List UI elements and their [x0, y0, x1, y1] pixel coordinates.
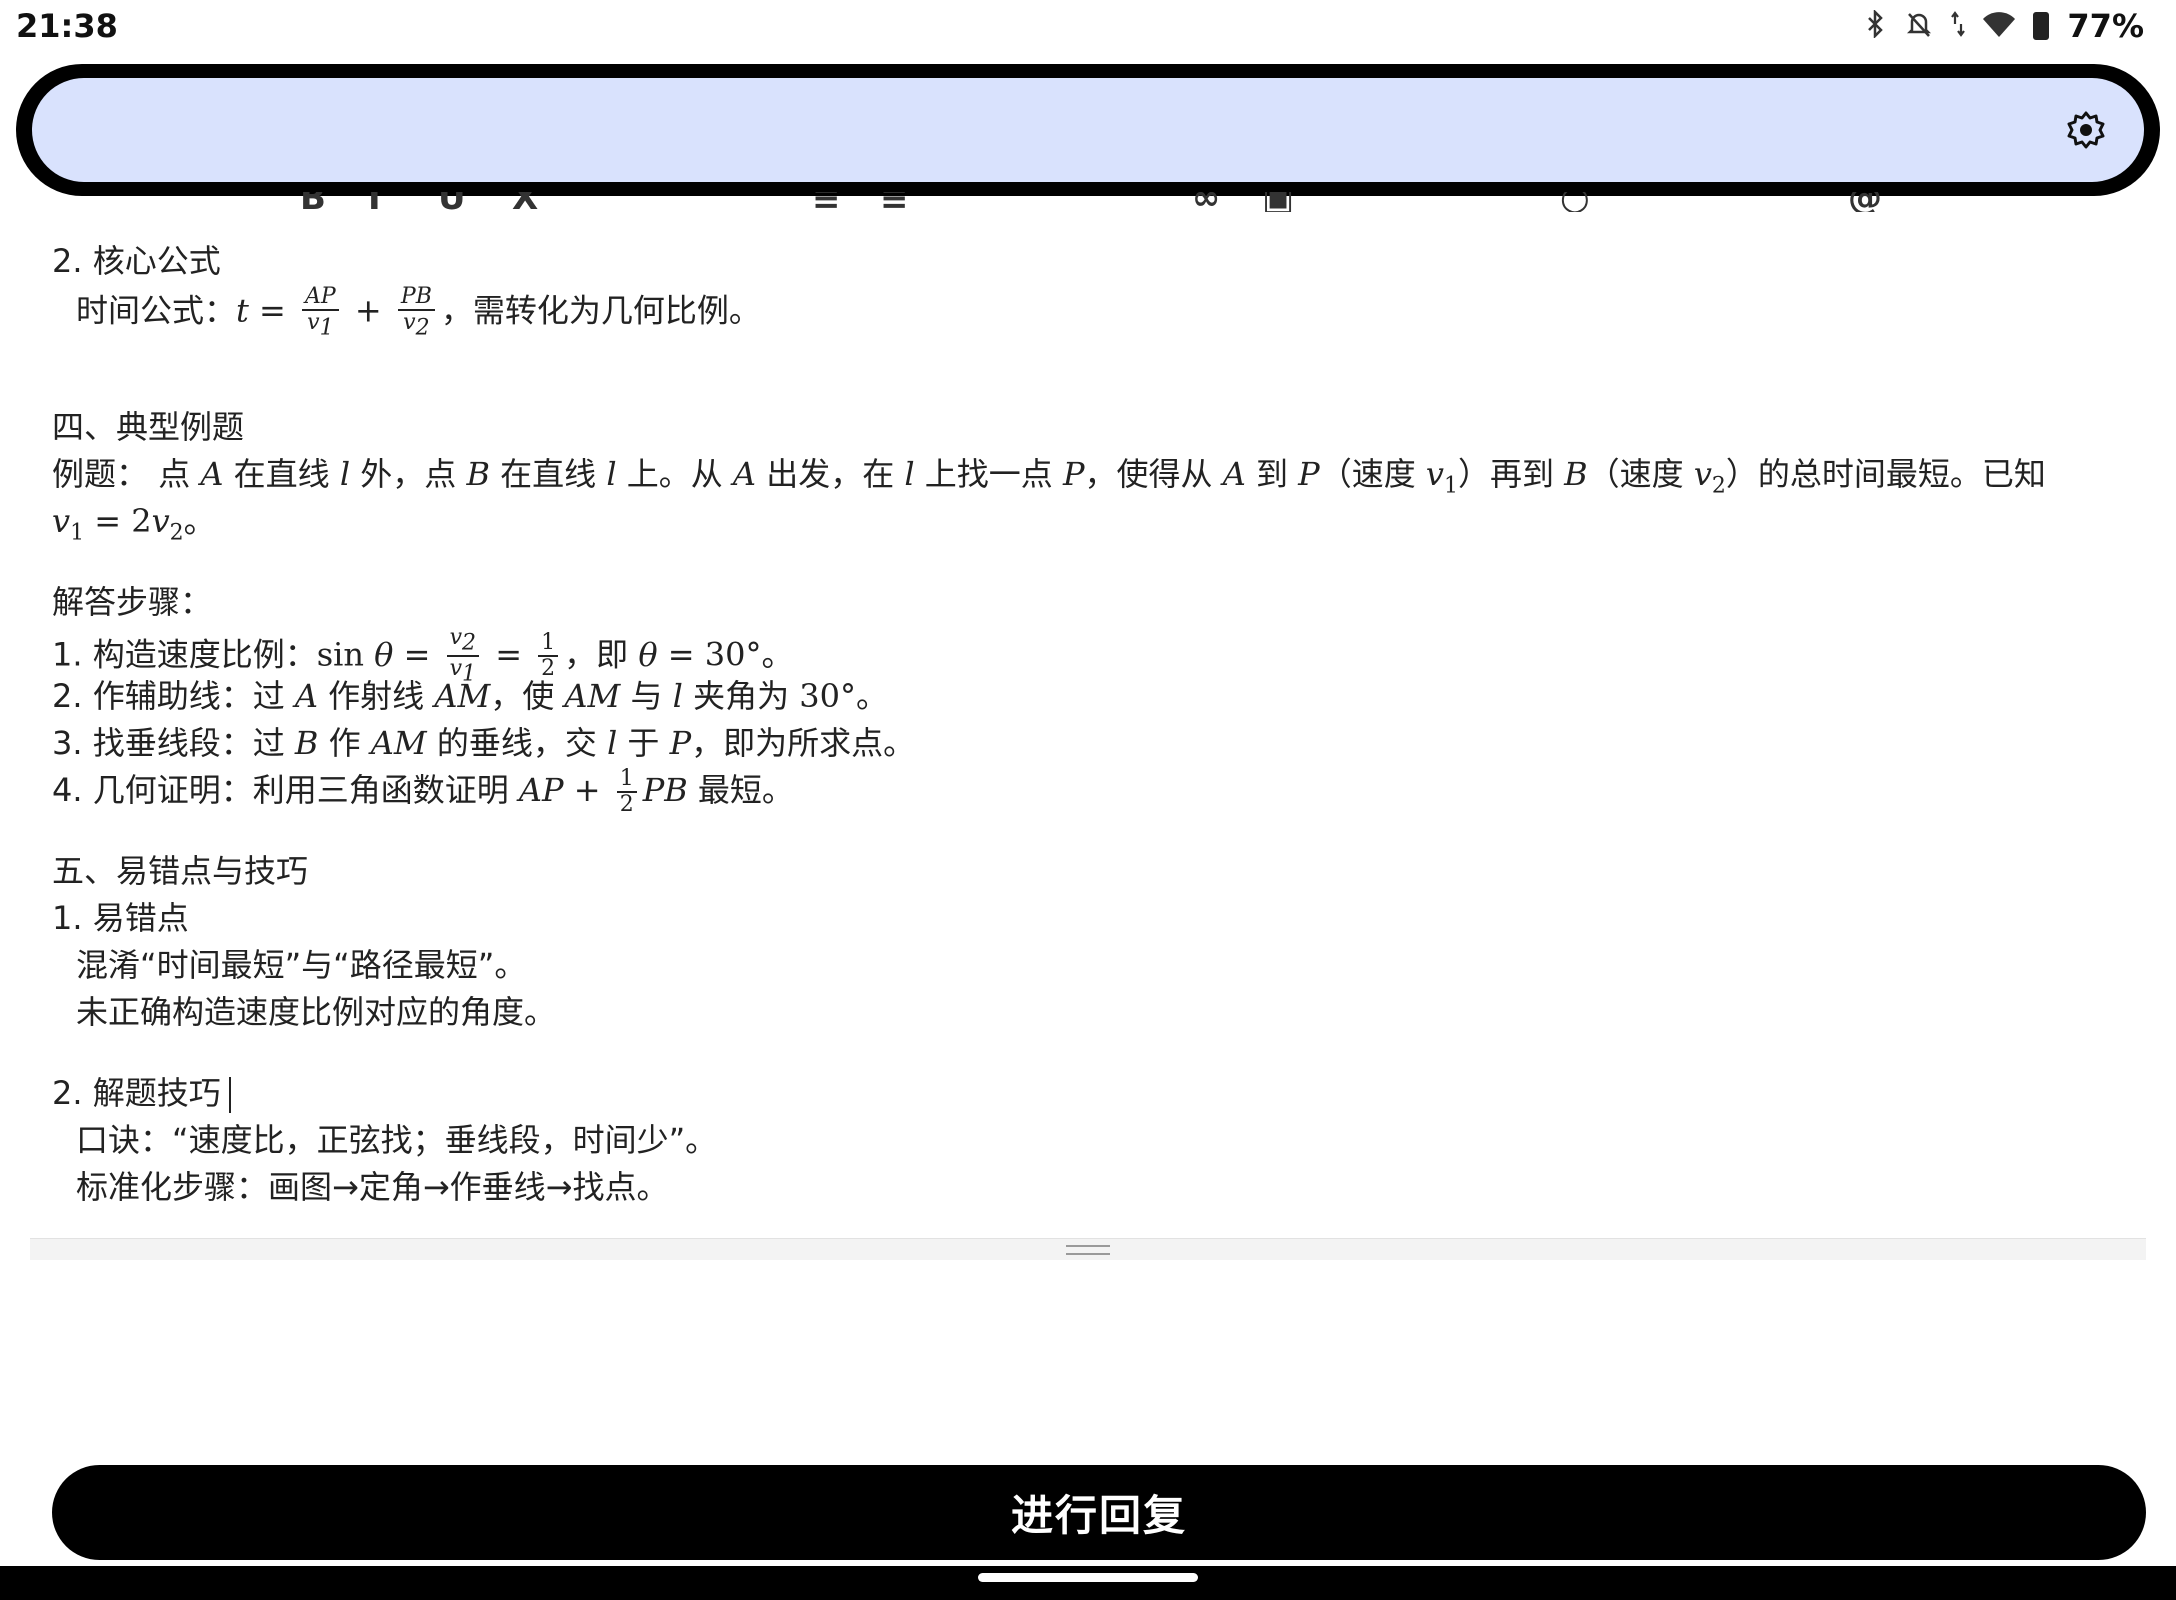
pitfall-title: 1. 易错点 — [52, 899, 189, 937]
app-screen: 21:38 77% B I U X ≡ ≡ ∞ ▣ ○ @ 2. 核心公式 时间… — [0, 0, 2176, 1600]
italic-icon[interactable]: I — [368, 192, 381, 212]
document-content[interactable]: 2. 核心公式 时间公式：t = AP v1 + PB v2 ，需转化为几何比例。 四… — [52, 238, 2132, 1211]
status-icons: 77% — [1865, 7, 2144, 45]
battery-percent: 77% — [2067, 7, 2144, 45]
mention-icon[interactable]: @ — [1848, 192, 1882, 212]
link-icon[interactable]: ∞ — [1192, 192, 1220, 212]
solution-step-4: 4. 几何证明：利用三角函数证明 AP + 1 2 PB 最短。 — [52, 766, 794, 817]
status-bar: 21:38 77% — [0, 0, 2176, 52]
solution-step-2: 2. 作辅助线：过 A 作射线 AM，使 AM 与 l 夹角为 30°。 — [52, 677, 888, 715]
drag-grip-icon — [1066, 1245, 1110, 1255]
time-formula: 时间公式：t = AP v1 + PB v2 ，需转化为几何比例。 — [76, 284, 761, 341]
pitfall-item-2: 未正确构造速度比例对应的角度。 — [76, 993, 557, 1031]
pitfall-item-1: 混淆“时间最短”与“路径最短”。 — [76, 946, 527, 984]
battery-icon — [2033, 12, 2050, 40]
pitfall-heading: 五、易错点与技巧 — [52, 852, 309, 890]
navigation-bar — [0, 1566, 2176, 1600]
settings-button[interactable] — [2060, 104, 2112, 156]
home-indicator[interactable] — [978, 1573, 1198, 1582]
formula-title: 2. 核心公式 — [52, 242, 221, 280]
bold-icon[interactable]: B — [300, 192, 326, 212]
bullet-list-icon[interactable]: ≡ — [812, 192, 841, 212]
wifi-icon — [1983, 11, 2016, 42]
tips-item-2: 标准化步骤：画图→定角→作垂线→找点。 — [76, 1168, 669, 1206]
settings-gear-icon — [2067, 111, 2105, 149]
numbered-list-icon[interactable]: ≡ — [880, 192, 909, 212]
underline-icon[interactable]: U — [438, 192, 466, 212]
editor-toolbar: B I U X ≡ ≡ ∞ ▣ ○ @ — [300, 192, 2000, 212]
example-text-line-1: 例题： 点 A 在直线 l 外，点 B 在直线 l 上。从 A 出发，在 l 上… — [52, 455, 2046, 499]
solution-heading: 解答步骤： — [52, 583, 213, 621]
strikethrough-icon[interactable]: X — [512, 192, 538, 212]
image-icon[interactable]: ▣ — [1262, 192, 1294, 212]
solution-step-3: 3. 找垂线段：过 B 作 AM 的垂线，交 l 于 P，即为所求点。 — [52, 724, 916, 762]
silent-icon — [1905, 10, 1933, 43]
bluetooth-icon — [1865, 8, 1887, 43]
status-time: 21:38 — [16, 7, 118, 45]
top-bar[interactable] — [32, 78, 2144, 182]
example-heading: 四、典型例题 — [52, 408, 245, 446]
reply-button[interactable]: 进行回复 — [52, 1465, 2146, 1560]
tips-title-line: 2. 解题技巧 — [52, 1070, 2132, 1117]
top-bar-frame — [16, 64, 2160, 196]
editor-resize-handle[interactable] — [30, 1238, 2146, 1260]
example-text-line-2: v1 = 2v2。 — [52, 502, 216, 546]
emoji-icon[interactable]: ○ — [1560, 192, 1590, 212]
solution-step-1: 1. 构造速度比例：sin θ = v2 v1 = 1 2 ，即 θ = 30°。 — [52, 625, 794, 687]
text-cursor — [228, 1077, 231, 1113]
tips-item-1: 口诀：“速度比，正弦找；垂线段，时间少”。 — [76, 1121, 718, 1159]
data-arrows-icon — [1951, 10, 1966, 43]
tips-title: 2. 解题技巧 — [52, 1074, 221, 1112]
